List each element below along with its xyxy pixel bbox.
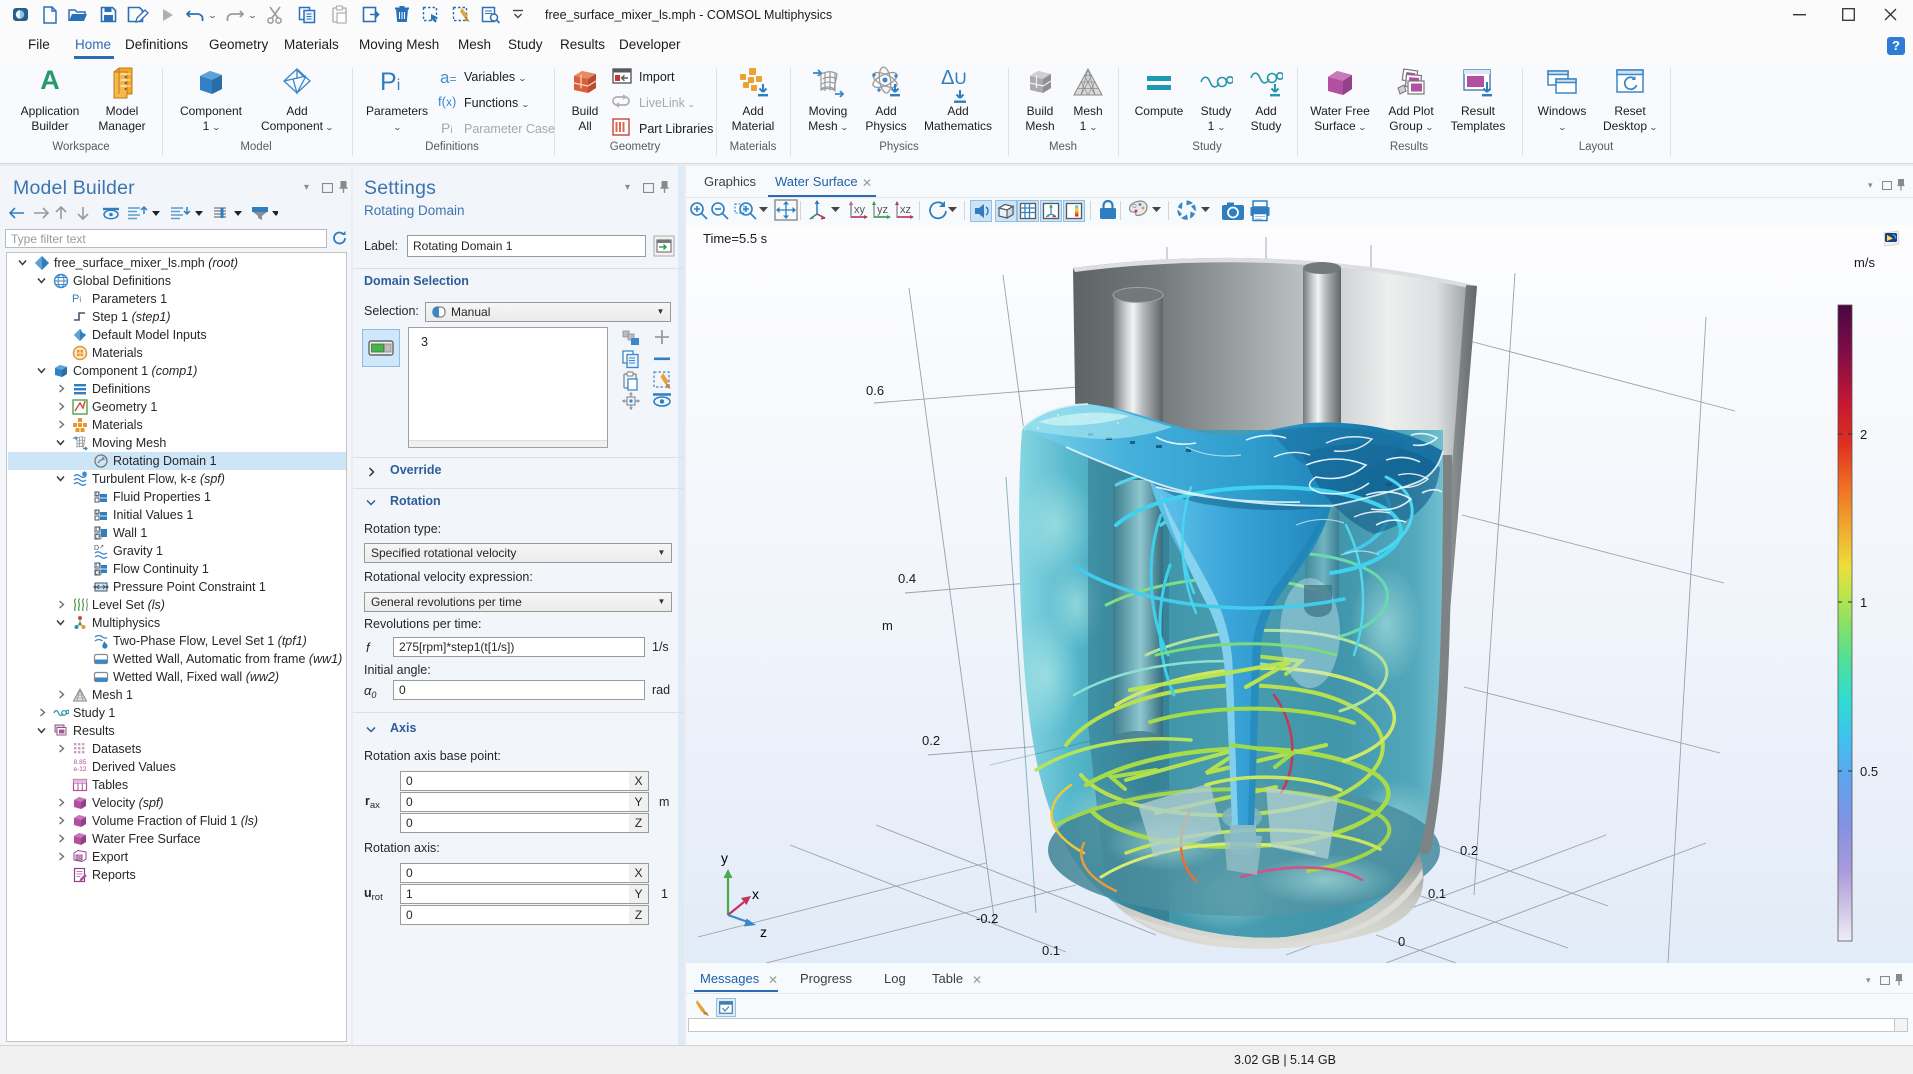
- svg-text:yz: yz: [877, 204, 888, 216]
- svg-text:xy: xy: [854, 204, 866, 216]
- svg-text:y: y: [721, 850, 728, 866]
- svg-text:Time=5.5 s: Time=5.5 s: [703, 231, 768, 246]
- svg-text:D: D: [96, 491, 100, 497]
- svg-text:x: x: [752, 886, 759, 902]
- svg-text:0.4: 0.4: [898, 571, 916, 586]
- svg-text:D: D: [96, 527, 100, 533]
- svg-text:D: D: [96, 563, 100, 569]
- svg-text:0.6: 0.6: [866, 383, 884, 398]
- svg-text:2: 2: [1860, 427, 1867, 442]
- svg-text:0.2: 0.2: [922, 733, 940, 748]
- svg-text:0.5: 0.5: [1860, 764, 1878, 779]
- svg-text:[S]: [S]: [77, 855, 83, 860]
- svg-text:1: 1: [1860, 595, 1867, 610]
- svg-text:xz: xz: [900, 204, 911, 216]
- svg-text:z: z: [760, 924, 767, 940]
- svg-text:↗: ↗: [99, 545, 104, 551]
- svg-text:m/s: m/s: [1854, 255, 1875, 270]
- svg-text:D: D: [96, 509, 100, 515]
- svg-text:0.1: 0.1: [1428, 886, 1446, 901]
- svg-text:-0.2: -0.2: [976, 911, 998, 926]
- svg-text:0.2: 0.2: [1460, 843, 1478, 858]
- svg-text:0: 0: [1398, 934, 1405, 949]
- svg-text:m: m: [882, 618, 893, 633]
- svg-text:0.1: 0.1: [1042, 943, 1060, 958]
